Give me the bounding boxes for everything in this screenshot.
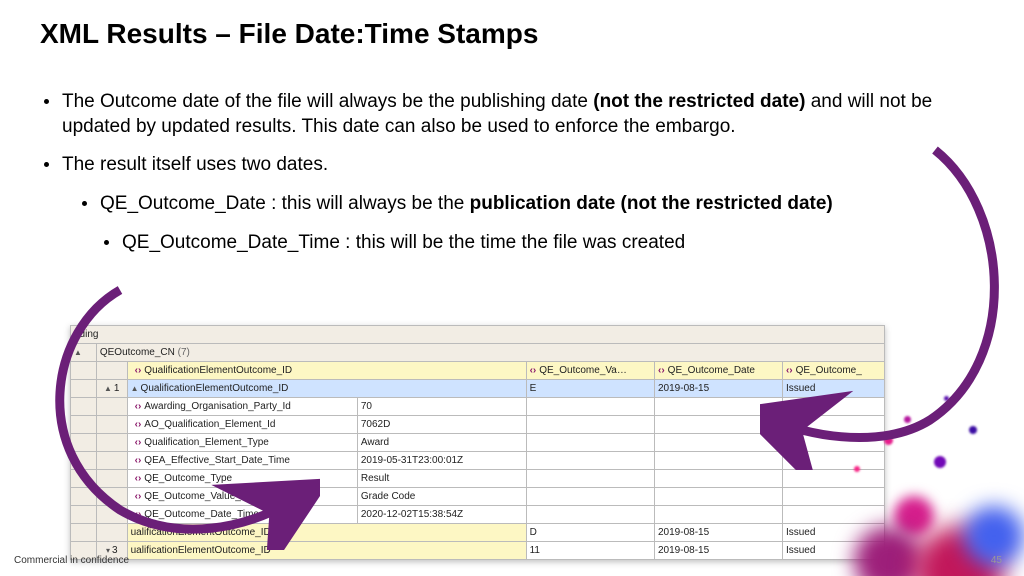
node-icon: ‹› [135,473,145,484]
text: QE_Outcome_Date : this will always be th… [100,193,470,214]
bullet-2: The result itself uses two dates. [40,153,980,178]
field-val: 2020-12-02T15:38:54Z [357,506,526,524]
field-key: Qualification_Element_Type [144,437,269,448]
field-val: 2019-05-31T23:00:01Z [357,452,526,470]
cell: QualificationElementOutcome_ID [141,383,289,394]
page-title: XML Results – File Date:Time Stamps [40,18,538,50]
tree-label: QEOutcome_CN [100,347,175,358]
tree-row-root: nding [71,326,885,344]
table-row[interactable]: ‹›QE_Outcome_Type Result [71,470,885,488]
xml-grid: nding ▲ QEOutcome_CN (7) ‹›Qualification… [70,325,885,560]
bullet-1: The Outcome date of the file will always… [40,90,980,139]
text: The Outcome date of the file will always… [62,91,593,112]
table-row[interactable]: ‹›Awarding_Organisation_Party_Id 70 [71,398,885,416]
node-icon: ‹› [135,437,145,448]
field-key: Awarding_Organisation_Party_Id [144,401,291,412]
bullet-4: QE_Outcome_Date_Time : this will be the … [100,231,980,256]
node-icon: ‹› [135,365,145,376]
row-index: 1 [114,383,120,394]
header-row: ‹›QualificationElementOutcome_ID ‹›QE_Ou… [71,362,885,380]
table-row[interactable]: ‹›QEA_Effective_Start_Date_Time 2019-05-3… [71,452,885,470]
field-key: QEA_Effective_Start_Date_Time [144,455,290,466]
col-id: QualificationElementOutcome_ID [144,365,292,376]
cell: 11 [526,542,654,560]
table-row[interactable]: ▾3 ualificationElementOutcome_ID 11 2019… [71,542,885,560]
table-row[interactable]: ‹›Qualification_Element_Type Award [71,434,885,452]
cell: Issued [782,380,884,398]
field-val: Grade Code [357,488,526,506]
cell: D [526,524,654,542]
node-icon: ‹› [135,401,145,412]
table-row[interactable]: ualificationElementOutcome_ID D 2019-08-… [71,524,885,542]
node-icon: ‹› [658,365,668,376]
cell: ualificationElementOutcome_ID [127,542,526,560]
node-icon: ‹› [786,365,796,376]
field-val: Result [357,470,526,488]
cell: Issued [782,524,884,542]
bullet-3: QE_Outcome_Date : this will always be th… [78,192,980,217]
field-key: QE_Outcome_Type [144,473,232,484]
page-number: 45 [991,555,1002,566]
node-icon: ‹› [135,419,145,430]
tree-row-cn: ▲ QEOutcome_CN (7) [71,344,885,362]
node-icon: ‹› [135,509,145,520]
table-row[interactable]: ‹›QE_Outcome_Value_Type Grade Code [71,488,885,506]
table-row[interactable]: ‹›AO_Qualification_Element_Id 7062D [71,416,885,434]
table-row[interactable]: ‹›QE_Outcome_Date_Time 2020-12-02T15:38:5… [71,506,885,524]
tree-count: (7) [178,347,190,358]
col-date: QE_Outcome_Date [668,365,755,376]
tree-node: nding [71,326,885,344]
cell: E [526,380,654,398]
text-bold: (not the restricted date) [593,91,805,112]
field-key: QE_Outcome_Date_Time [144,509,259,520]
cell: 2019-08-15 [655,542,783,560]
footer-text: Commercial in confidence [14,555,129,566]
cell: ualificationElementOutcome_ID [127,524,526,542]
node-icon: ‹› [135,491,145,502]
field-key: AO_Qualification_Element_Id [144,419,275,430]
field-key: QE_Outcome_Value_Type [144,491,262,502]
node-icon: ‹› [135,455,145,466]
table-row[interactable]: ▲1 ▲QualificationElementOutcome_ID E 201… [71,380,885,398]
col-va: QE_Outcome_Va… [539,365,627,376]
node-icon: ‹› [530,365,540,376]
body-content: The Outcome date of the file will always… [40,90,980,269]
cell: 2019-08-15 [655,524,783,542]
xml-table: nding ▲ QEOutcome_CN (7) ‹›Qualification… [70,325,885,560]
slide: { "title": "XML Results – File Date:Time… [0,0,1024,576]
text-bold: publication date (not the restricted dat… [470,193,833,214]
field-val: Award [357,434,526,452]
col-last: QE_Outcome_ [796,365,862,376]
field-val: 7062D [357,416,526,434]
tree-twisty[interactable]: ▲ [71,344,97,362]
field-val: 70 [357,398,526,416]
cell: Issued [782,542,884,560]
cell: 2019-08-15 [655,380,783,398]
